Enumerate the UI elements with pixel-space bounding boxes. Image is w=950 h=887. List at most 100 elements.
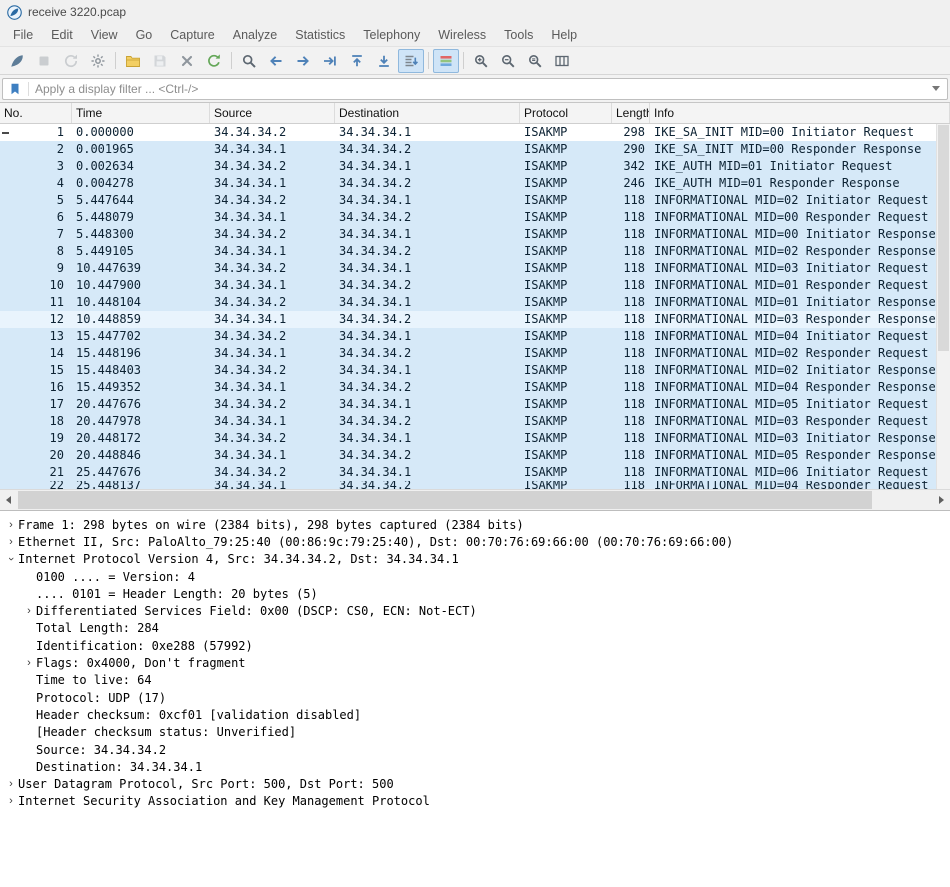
expand-arrow-icon[interactable]: › bbox=[22, 657, 36, 669]
packet-row[interactable]: 2225.44813734.34.34.134.34.34.2ISAKMP118… bbox=[0, 481, 950, 489]
column-header-info[interactable]: Info bbox=[650, 103, 950, 123]
save-capture-file-button[interactable] bbox=[147, 49, 173, 73]
menu-capture[interactable]: Capture bbox=[161, 26, 223, 44]
detail-line[interactable]: [Header checksum status: Unverified] bbox=[0, 724, 950, 741]
expand-arrow-icon[interactable]: › bbox=[4, 778, 18, 790]
horizontal-scrollbar-thumb[interactable] bbox=[18, 491, 872, 509]
collapse-arrow-icon[interactable]: › bbox=[5, 552, 17, 566]
horizontal-scrollbar[interactable] bbox=[0, 489, 950, 510]
menu-file[interactable]: File bbox=[4, 26, 42, 44]
packet-row[interactable]: 1110.44810434.34.34.234.34.34.1ISAKMP118… bbox=[0, 294, 950, 311]
packet-row[interactable]: 1515.44840334.34.34.234.34.34.1ISAKMP118… bbox=[0, 362, 950, 379]
column-header-length[interactable]: Length bbox=[612, 103, 650, 123]
detail-line[interactable]: ›Differentiated Services Field: 0x00 (DS… bbox=[0, 602, 950, 619]
display-filter-input[interactable]: Apply a display filter ... <Ctrl-/> bbox=[2, 78, 948, 100]
packet-row[interactable]: 1415.44819634.34.34.134.34.34.2ISAKMP118… bbox=[0, 345, 950, 362]
detail-line[interactable]: ›Internet Security Association and Key M… bbox=[0, 793, 950, 810]
vertical-scrollbar[interactable] bbox=[936, 124, 950, 489]
detail-line[interactable]: Destination: 34.34.34.1 bbox=[0, 758, 950, 775]
column-header-no[interactable]: No. bbox=[0, 103, 72, 123]
packet-row[interactable]: 1210.44885934.34.34.134.34.34.2ISAKMP118… bbox=[0, 311, 950, 328]
column-header-destination[interactable]: Destination bbox=[335, 103, 520, 123]
packet-row[interactable]: 1820.44797834.34.34.134.34.34.2ISAKMP118… bbox=[0, 413, 950, 430]
open-capture-file-button[interactable] bbox=[120, 49, 146, 73]
menu-analyze[interactable]: Analyze bbox=[224, 26, 286, 44]
zoom-out-button[interactable] bbox=[495, 49, 521, 73]
menu-statistics[interactable]: Statistics bbox=[286, 26, 354, 44]
scroll-left-button[interactable] bbox=[0, 490, 17, 510]
scroll-right-button[interactable] bbox=[933, 490, 950, 510]
packet-row[interactable]: 1920.44817234.34.34.234.34.34.1ISAKMP118… bbox=[0, 430, 950, 447]
menu-telephony[interactable]: Telephony bbox=[354, 26, 429, 44]
go-back-button[interactable] bbox=[263, 49, 289, 73]
packet-row[interactable]: 910.44763934.34.34.234.34.34.1ISAKMP118I… bbox=[0, 260, 950, 277]
resize-columns-button[interactable] bbox=[549, 49, 575, 73]
packet-row[interactable]: 40.00427834.34.34.134.34.34.2ISAKMP246IK… bbox=[0, 175, 950, 192]
packet-row[interactable]: 85.44910534.34.34.134.34.34.2ISAKMP118IN… bbox=[0, 243, 950, 260]
packet-row[interactable]: 55.44764434.34.34.234.34.34.1ISAKMP118IN… bbox=[0, 192, 950, 209]
capture-options-icon bbox=[90, 53, 106, 69]
zoom-normal-size-button[interactable] bbox=[522, 49, 548, 73]
go-first-packet-button[interactable] bbox=[344, 49, 370, 73]
expand-arrow-icon[interactable]: › bbox=[4, 519, 18, 531]
cell-dst: 34.34.34.1 bbox=[335, 362, 520, 379]
close-capture-file-button[interactable] bbox=[174, 49, 200, 73]
capture-start-button[interactable] bbox=[4, 49, 30, 73]
zoom-in-button[interactable] bbox=[468, 49, 494, 73]
detail-line[interactable]: ›Ethernet II, Src: PaloAlto_79:25:40 (00… bbox=[0, 533, 950, 550]
detail-line[interactable]: Protocol: UDP (17) bbox=[0, 689, 950, 706]
capture-stop-button[interactable] bbox=[31, 49, 57, 73]
column-header-time[interactable]: Time bbox=[72, 103, 210, 123]
expand-arrow-icon[interactable]: › bbox=[4, 536, 18, 548]
menu-wireless[interactable]: Wireless bbox=[429, 26, 495, 44]
go-last-packet-button[interactable] bbox=[371, 49, 397, 73]
packet-row[interactable]: 1720.44767634.34.34.234.34.34.1ISAKMP118… bbox=[0, 396, 950, 413]
capture-options-button[interactable] bbox=[85, 49, 111, 73]
packet-row[interactable]: 65.44807934.34.34.134.34.34.2ISAKMP118IN… bbox=[0, 209, 950, 226]
chevron-down-icon[interactable] bbox=[932, 86, 940, 91]
detail-line[interactable]: Identification: 0xe288 (57992) bbox=[0, 637, 950, 654]
detail-line[interactable]: ›Flags: 0x4000, Don't fragment bbox=[0, 654, 950, 671]
go-forward-button[interactable] bbox=[290, 49, 316, 73]
packet-row[interactable]: 75.44830034.34.34.234.34.34.1ISAKMP118IN… bbox=[0, 226, 950, 243]
column-header-protocol[interactable]: Protocol bbox=[520, 103, 612, 123]
vertical-scrollbar-thumb[interactable] bbox=[938, 125, 949, 351]
find-packet-button[interactable] bbox=[236, 49, 262, 73]
menu-help[interactable]: Help bbox=[542, 26, 586, 44]
detail-line[interactable]: Time to live: 64 bbox=[0, 672, 950, 689]
detail-line[interactable]: Header checksum: 0xcf01 [validation disa… bbox=[0, 706, 950, 723]
packet-row[interactable]: 1615.44935234.34.34.134.34.34.2ISAKMP118… bbox=[0, 379, 950, 396]
detail-line[interactable]: ›Frame 1: 298 bytes on wire (2384 bits),… bbox=[0, 516, 950, 533]
cell-no: 5 bbox=[0, 192, 72, 209]
packet-row[interactable]: 1315.44770234.34.34.234.34.34.1ISAKMP118… bbox=[0, 328, 950, 345]
detail-line[interactable]: Total Length: 284 bbox=[0, 620, 950, 637]
bookmark-icon[interactable] bbox=[8, 82, 22, 96]
detail-text: Source: 34.34.34.2 bbox=[36, 743, 166, 757]
cell-no: 2 bbox=[0, 141, 72, 158]
detail-line[interactable]: .... 0101 = Header Length: 20 bytes (5) bbox=[0, 585, 950, 602]
menu-view[interactable]: View bbox=[82, 26, 127, 44]
detail-line[interactable]: 0100 .... = Version: 4 bbox=[0, 568, 950, 585]
packet-row[interactable]: 20.00196534.34.34.134.34.34.2ISAKMP290IK… bbox=[0, 141, 950, 158]
detail-line[interactable]: Source: 34.34.34.2 bbox=[0, 741, 950, 758]
reload-capture-file-button[interactable] bbox=[201, 49, 227, 73]
menu-edit[interactable]: Edit bbox=[42, 26, 82, 44]
expand-arrow-icon[interactable]: › bbox=[22, 605, 36, 617]
colorize-packet-list-button[interactable] bbox=[433, 49, 459, 73]
packet-row[interactable]: 2125.44767634.34.34.234.34.34.1ISAKMP118… bbox=[0, 464, 950, 481]
menu-go[interactable]: Go bbox=[127, 26, 162, 44]
menu-tools[interactable]: Tools bbox=[495, 26, 542, 44]
packet-row[interactable]: 30.00263434.34.34.234.34.34.1ISAKMP342IK… bbox=[0, 158, 950, 175]
detail-line[interactable]: ›User Datagram Protocol, Src Port: 500, … bbox=[0, 775, 950, 792]
packet-row[interactable]: 2020.44884634.34.34.134.34.34.2ISAKMP118… bbox=[0, 447, 950, 464]
capture-restart-button[interactable] bbox=[58, 49, 84, 73]
packet-row[interactable]: 1010.44790034.34.34.134.34.34.2ISAKMP118… bbox=[0, 277, 950, 294]
auto-scroll-button[interactable] bbox=[398, 49, 424, 73]
expand-arrow-icon[interactable]: › bbox=[4, 795, 18, 807]
go-to-packet-button[interactable] bbox=[317, 49, 343, 73]
packet-row[interactable]: 10.00000034.34.34.234.34.34.1ISAKMP298IK… bbox=[0, 124, 950, 141]
column-header-source[interactable]: Source bbox=[210, 103, 335, 123]
toolbar-separator bbox=[428, 52, 429, 69]
detail-line[interactable]: ›Internet Protocol Version 4, Src: 34.34… bbox=[0, 551, 950, 568]
cell-proto: ISAKMP bbox=[520, 260, 612, 277]
